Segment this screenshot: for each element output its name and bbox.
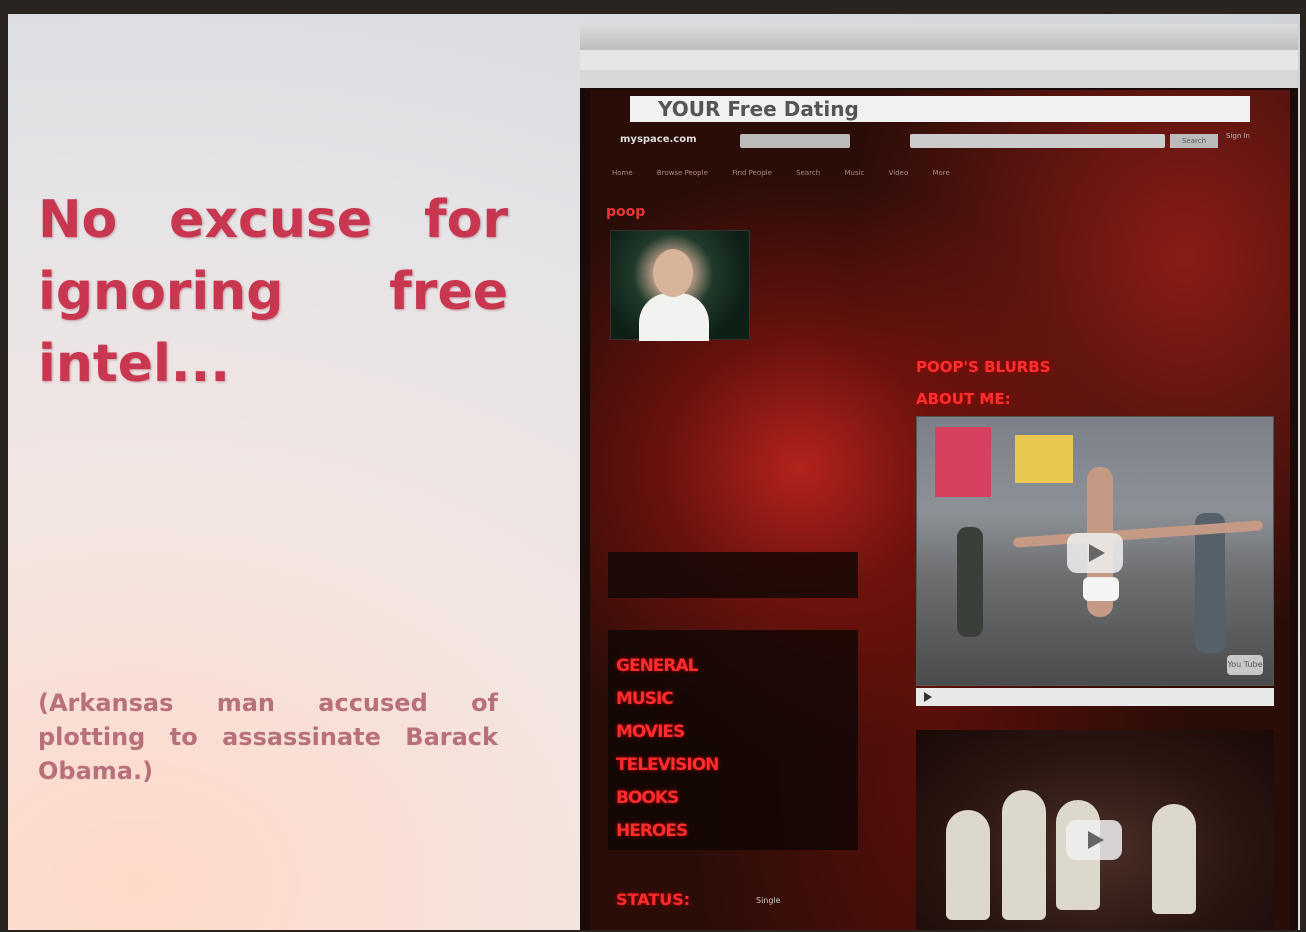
myspace-header: myspace.com Search Sign In [590, 124, 1290, 158]
interest-item: GENERAL [616, 656, 699, 676]
embedded-video: You Tube [916, 416, 1274, 686]
browser-titlebar [580, 24, 1298, 50]
myspace-url-box [608, 552, 858, 598]
interest-item: HEROES [616, 821, 688, 841]
search-scope-select [740, 134, 850, 148]
sign-in-link: Sign In [1226, 132, 1250, 140]
browser-bookmarks-bar [580, 70, 1298, 88]
profile-avatar [610, 230, 750, 341]
interest-item: MUSIC [616, 689, 674, 709]
embedded-video-second [916, 730, 1274, 930]
myspace-logo: myspace.com [620, 134, 697, 145]
interests-box: GENERAL MUSIC MOVIES TELEVISION BOOKS HE… [608, 630, 858, 850]
nav-item: Find People [732, 169, 772, 177]
play-small-icon [924, 692, 932, 702]
youtube-logo: You Tube [1227, 655, 1263, 675]
about-title: ABOUT ME: [916, 390, 1011, 408]
play-icon [1066, 820, 1122, 860]
browser-address-bar [580, 50, 1298, 70]
status-value: Single [756, 896, 781, 905]
nav-item: Home [612, 169, 633, 177]
slide-headline: No excuse for ignoring free intel... [38, 190, 508, 394]
nav-item: More [932, 169, 950, 177]
search-input [910, 134, 1165, 148]
blurbs-title: POOP'S BLURBS [916, 358, 1051, 376]
video-controls [916, 688, 1274, 706]
presentation-slide: No excuse for ignoring free intel... (Ar… [8, 14, 1300, 930]
nav-item: Search [796, 169, 821, 177]
nav-item: Music [844, 169, 865, 177]
profile-name: poop [606, 204, 646, 220]
ad-banner: YOUR Free Dating [630, 96, 1250, 122]
nav-item: Browse People [656, 169, 708, 177]
interest-item: TELEVISION [616, 755, 719, 775]
play-icon [1067, 533, 1123, 573]
interest-item: MOVIES [616, 722, 685, 742]
nav-item: Video [888, 169, 909, 177]
status-label: STATUS: [616, 890, 691, 909]
interest-item: BOOKS [616, 788, 679, 808]
interests-list: GENERAL MUSIC MOVIES TELEVISION BOOKS HE… [616, 656, 719, 854]
myspace-nav: Home Browse People Find People Search Mu… [590, 162, 1290, 184]
slide-caption: (Arkansas man accused of plotting to ass… [38, 689, 498, 785]
browser-screenshot: YOUR Free Dating myspace.com Search Sign… [580, 24, 1298, 930]
myspace-profile-page: YOUR Free Dating myspace.com Search Sign… [590, 90, 1290, 930]
search-button: Search [1170, 134, 1218, 148]
